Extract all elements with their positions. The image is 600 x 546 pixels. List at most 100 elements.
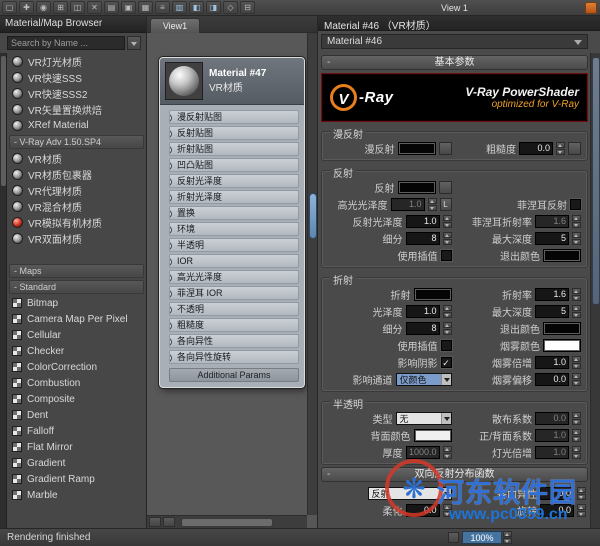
search-options-button[interactable] [127, 36, 141, 50]
checkbox[interactable] [570, 199, 581, 210]
browser-item[interactable]: ColorCorrection [7, 359, 146, 375]
node-slot[interactable]: 反射光泽度 [169, 174, 299, 188]
browser-item[interactable]: Dent [7, 407, 146, 423]
browser-item[interactable]: Camera Map Per Pixel [7, 311, 146, 327]
spinner[interactable] [572, 288, 581, 301]
pan-right-button[interactable] [163, 517, 175, 527]
scrollbar-thumb[interactable] [181, 517, 273, 527]
browser-item[interactable]: Bitmap [7, 295, 146, 311]
spin-down-icon[interactable] [427, 205, 437, 211]
spin-down-icon[interactable] [442, 453, 452, 459]
browser-scrollbar[interactable] [0, 53, 7, 528]
spin-down-icon[interactable] [572, 312, 581, 318]
checkbox[interactable] [440, 250, 452, 261]
browser-group-header[interactable]: - Standard [9, 280, 144, 294]
value-field[interactable]: 0.0 [519, 142, 553, 155]
dropdown[interactable]: 反射 [367, 487, 452, 500]
checkbox[interactable] [440, 340, 452, 351]
zoom-control[interactable]: 100% [448, 531, 512, 544]
spin-up-icon[interactable] [572, 412, 581, 418]
material-node[interactable]: Material #47 VR材质 漫反射贴图 反射贴图 折射贴图 凹凸贴图 反射光泽度… [159, 57, 305, 388]
browser-item[interactable]: VR材质包裹器 [7, 166, 146, 182]
spin-up-icon[interactable] [442, 322, 452, 328]
dropdown[interactable]: 无 [395, 412, 452, 425]
value-field[interactable]: 1.0 [535, 446, 569, 459]
spin-down-icon[interactable] [572, 436, 581, 442]
layout-all-icon[interactable]: ≡ [155, 1, 170, 14]
spin-down-icon[interactable] [572, 363, 581, 369]
map-button[interactable] [568, 142, 581, 155]
node-view-vscrollbar[interactable] [307, 33, 317, 515]
value-field[interactable]: 0.0 [405, 504, 440, 517]
value-field[interactable]: 8 [405, 232, 440, 245]
color-swatch[interactable] [543, 322, 581, 335]
browser-item[interactable]: VR快速SSS [7, 69, 146, 85]
node-view-hscrollbar[interactable] [147, 515, 307, 528]
spin-up-icon[interactable] [572, 429, 581, 435]
delete-selected-icon[interactable]: ✕ [87, 1, 102, 14]
parameter-scrollbar[interactable] [590, 53, 600, 528]
spin-up-icon[interactable] [572, 373, 581, 379]
node-slot[interactable]: 折射贴图 [169, 142, 299, 156]
spinner[interactable] [572, 373, 581, 386]
spin-down-icon[interactable] [442, 312, 452, 318]
scrollbar-thumb[interactable] [309, 193, 317, 239]
spin-down-icon[interactable] [442, 329, 452, 335]
node-slot[interactable]: 不透明 [169, 302, 299, 316]
spin-down-icon[interactable] [572, 453, 581, 459]
spinner[interactable] [442, 504, 452, 517]
show-background-icon[interactable]: ▦ [138, 1, 153, 14]
spin-up-icon[interactable] [442, 232, 452, 238]
node-slot[interactable]: 折射光泽度 [169, 190, 299, 204]
value-field[interactable]: 8 [405, 322, 440, 335]
value-field[interactable]: 1000.0 [405, 446, 440, 459]
spin-down-icon[interactable] [442, 222, 452, 228]
put-to-scene-icon[interactable]: ⊞ [53, 1, 68, 14]
spinner[interactable] [442, 322, 452, 335]
spin-down-icon[interactable] [442, 511, 452, 517]
zoom-spinner[interactable] [503, 531, 512, 544]
spinner[interactable] [442, 305, 452, 318]
spin-up-icon[interactable] [442, 446, 452, 452]
browser-item[interactable]: Checker [7, 343, 146, 359]
color-swatch[interactable] [413, 288, 452, 301]
value-field[interactable]: 0.0 [535, 373, 569, 386]
node-slot[interactable]: 菲涅耳 IOR [169, 286, 299, 300]
spin-up-icon[interactable] [442, 504, 452, 510]
map-button[interactable] [438, 181, 452, 194]
value-field[interactable]: 0.0 [540, 487, 574, 500]
color-swatch[interactable] [397, 181, 436, 194]
spin-down-icon[interactable] [556, 149, 565, 155]
node-slot[interactable]: 各向异性旋转 [169, 350, 299, 364]
spinner[interactable] [577, 504, 586, 517]
spin-up-icon[interactable] [572, 356, 581, 362]
spin-down-icon[interactable] [572, 239, 581, 245]
zoom-region-icon[interactable] [448, 532, 459, 543]
spinner[interactable] [442, 232, 452, 245]
options-icon[interactable]: ⊟ [240, 1, 255, 14]
browser-item[interactable]: VR混合材质 [7, 198, 146, 214]
browser-item[interactable]: Combustion [7, 375, 146, 391]
spinner[interactable] [572, 446, 581, 459]
value-field[interactable]: 1.0 [405, 215, 440, 228]
spin-up-icon[interactable] [577, 487, 586, 493]
browser-item[interactable]: XRef Material [7, 117, 146, 133]
spinner[interactable] [556, 142, 565, 155]
spin-up-icon[interactable] [572, 215, 581, 221]
zoom-value[interactable]: 100% [462, 531, 502, 544]
spin-down-icon[interactable] [572, 295, 581, 301]
node-additional-params[interactable]: Additional Params [169, 368, 299, 382]
lock-button[interactable]: L [439, 198, 452, 211]
browser-item[interactable]: VR快速SSS2 [7, 85, 146, 101]
dropdown[interactable]: 仅颜色 [395, 373, 452, 386]
browser-item[interactable]: Gradient Ramp [7, 471, 146, 487]
search-input[interactable]: Search by Name ... [7, 36, 125, 50]
node-slot[interactable]: 凹凸贴图 [169, 158, 299, 172]
view-selector-label[interactable]: View 1 [441, 3, 468, 13]
color-swatch[interactable] [543, 249, 581, 262]
spin-down-icon[interactable] [577, 511, 586, 517]
node-slot[interactable]: 置换 [169, 206, 299, 220]
browser-item[interactable]: Flat Mirror [7, 439, 146, 455]
value-field[interactable]: 1.6 [535, 288, 569, 301]
spin-down-icon[interactable] [577, 494, 586, 500]
